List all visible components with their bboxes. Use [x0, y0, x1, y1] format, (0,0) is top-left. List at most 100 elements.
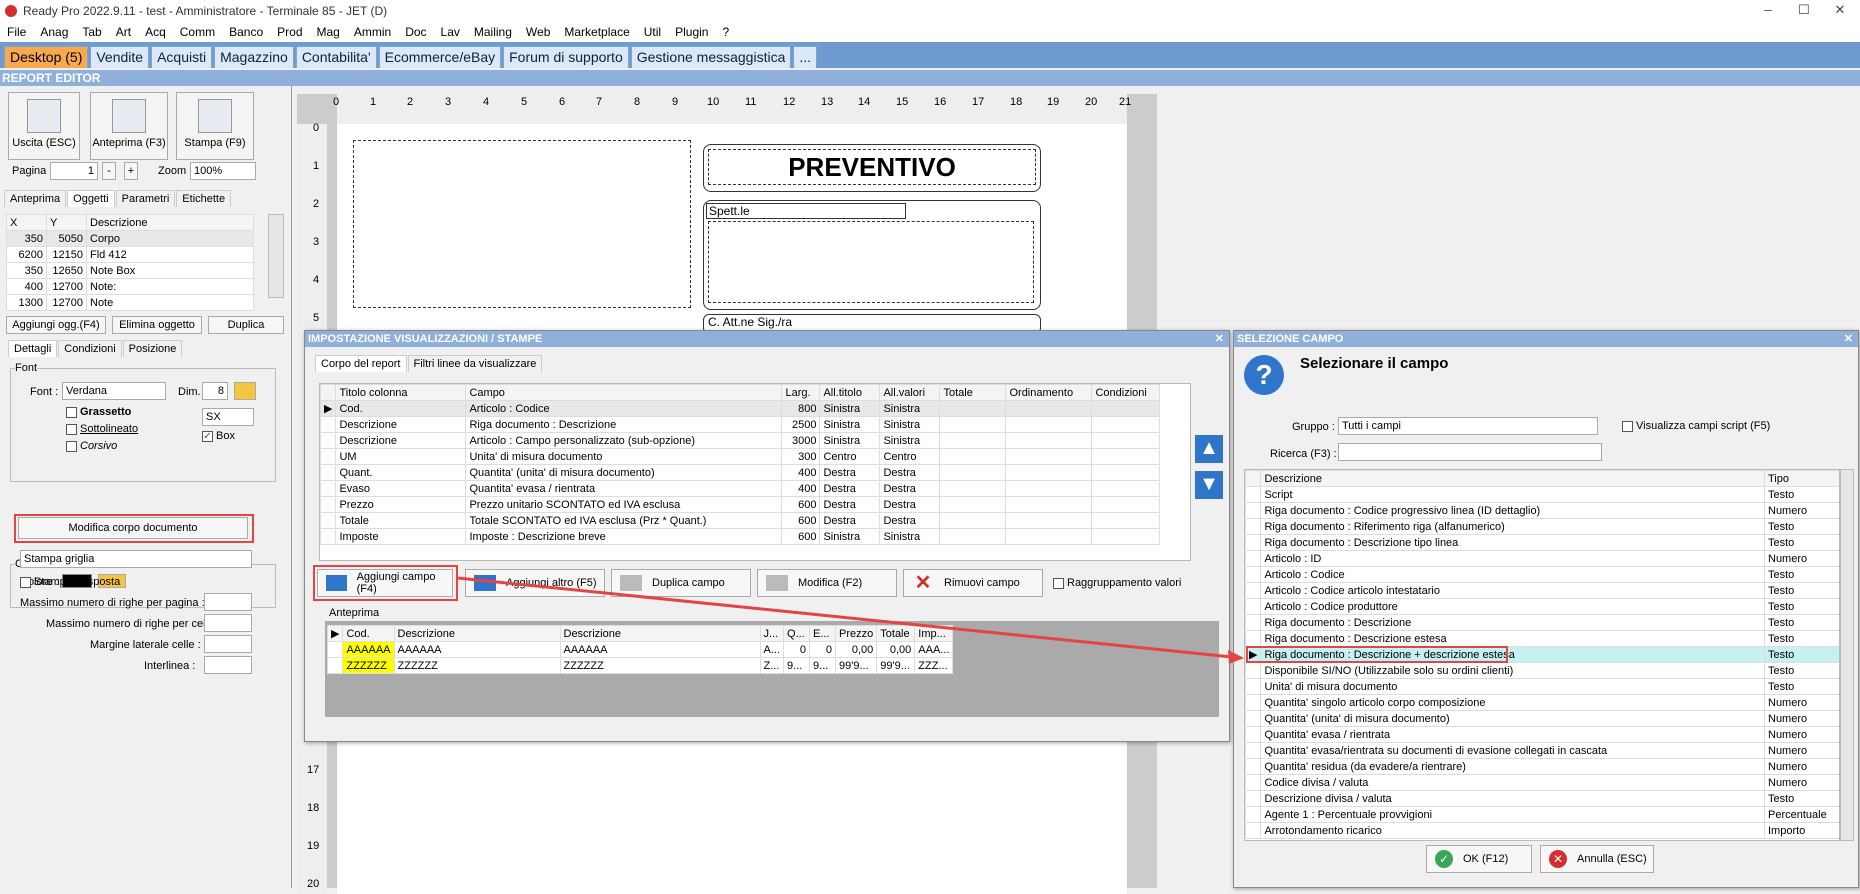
exit-button[interactable]: Uscita (ESC): [8, 92, 80, 160]
menu-ammin[interactable]: Ammin: [347, 25, 398, 39]
close-button[interactable]: ✕: [1822, 0, 1858, 20]
list-item[interactable]: Descrizione divisa / valuta Testo: [1245, 790, 1839, 807]
list-item[interactable]: Riga documento : Descrizione estesa Testo: [1245, 630, 1839, 647]
page-plus-button[interactable]: +: [124, 162, 138, 180]
table-row[interactable]: 400 12700 Note:: [6, 278, 254, 295]
fields-scrollbar[interactable]: [1840, 469, 1854, 841]
menu-marketplace[interactable]: Marketplace: [557, 25, 636, 39]
duplicate-field-button[interactable]: Duplica campo: [611, 569, 751, 597]
group-values-checkbox[interactable]: Raggruppamento valori: [1053, 577, 1181, 589]
menu-comm[interactable]: Comm: [173, 25, 222, 39]
grid-print-select[interactable]: Stampa griglia: [20, 550, 252, 568]
table-row[interactable]: ▶ Cod. Articolo : Codice 800 Sinistra Sinistr…: [319, 400, 1160, 417]
side-margin-input[interactable]: [204, 635, 252, 653]
menu-web[interactable]: Web: [519, 25, 557, 39]
tab-acquisti[interactable]: Acquisti: [151, 46, 213, 68]
table-row[interactable]: Evaso Quantita' evasa / rientrata 400 Destr…: [319, 480, 1160, 497]
tab-report-body[interactable]: Corpo del report: [315, 355, 407, 372]
zoom-select[interactable]: 100%: [190, 162, 256, 180]
tab-parametri[interactable]: Parametri: [115, 190, 176, 207]
menu-doc[interactable]: Doc: [398, 25, 433, 39]
list-item[interactable]: Riga documento : Descrizione Testo: [1245, 614, 1839, 631]
table-row[interactable]: 1300 12700 Note: [6, 294, 254, 311]
tab-anteprima[interactable]: Anteprima: [4, 190, 67, 207]
menu-acq[interactable]: Acq: [138, 25, 173, 39]
transposed-checkbox[interactable]: Stampa trasposta: [20, 576, 120, 588]
bold-checkbox[interactable]: Grassetto: [66, 406, 131, 418]
line-spacing-input[interactable]: [204, 656, 252, 674]
menu-banco[interactable]: Banco: [222, 25, 270, 39]
search-input[interactable]: [1338, 443, 1602, 461]
list-item[interactable]: Articolo : Codice Testo: [1245, 566, 1839, 583]
script-fields-checkbox[interactable]: Visualizza campi script (F5): [1622, 420, 1770, 432]
dim-input[interactable]: 8: [202, 382, 228, 400]
tab-oggetti[interactable]: Oggetti: [67, 190, 115, 207]
tab-condizioni[interactable]: Condizioni: [58, 340, 122, 357]
tab-vendite[interactable]: Vendite: [90, 46, 150, 68]
table-row[interactable]: Imposte Imposte : Descrizione breve 600 Sin…: [319, 528, 1160, 545]
table-row[interactable]: Quant. Quantita' (unita' di misura docume…: [319, 464, 1160, 481]
title-box[interactable]: PREVENTIVO: [703, 144, 1041, 192]
menu-mag[interactable]: Mag: [310, 25, 347, 39]
logo-box[interactable]: [353, 140, 691, 308]
page-minus-button[interactable]: -: [102, 162, 116, 180]
tab-desktop[interactable]: Desktop (5): [4, 46, 89, 68]
move-down-icon[interactable]: ▼: [1195, 471, 1223, 499]
tab-dettagli[interactable]: Dettagli: [8, 340, 58, 357]
tab-contabilita[interactable]: Contabilita': [295, 46, 377, 68]
menu-help[interactable]: ?: [715, 25, 736, 39]
table-row[interactable]: Prezzo Prezzo unitario SCONTATO ed IVA es…: [319, 496, 1160, 513]
table-row[interactable]: Descrizione Articolo : Campo personalizza…: [319, 432, 1160, 449]
print-button[interactable]: Stampa (F9): [176, 92, 254, 160]
tab-ecommerce[interactable]: Ecommerce/eBay: [378, 46, 502, 68]
menu-file[interactable]: File: [0, 25, 33, 39]
list-item[interactable]: Articolo : ID Numero: [1245, 550, 1839, 567]
menu-prod[interactable]: Prod: [270, 25, 309, 39]
group-select[interactable]: Tutti i campi: [1338, 417, 1598, 435]
recipient-box[interactable]: Spett.le: [703, 200, 1041, 310]
remove-field-button[interactable]: ✕ Rimuovi campo: [903, 569, 1043, 597]
add-object-button[interactable]: Aggiungi ogg.(F4): [6, 316, 106, 334]
page-input[interactable]: 1: [50, 162, 98, 180]
list-item[interactable]: Quantita' evasa/rientrata su documenti d…: [1245, 742, 1839, 759]
max-rows-cell-input[interactable]: [204, 614, 252, 632]
preview-button[interactable]: Anteprima (F3): [90, 92, 168, 160]
list-item[interactable]: Quantita' singolo articolo corpo composi…: [1245, 694, 1839, 711]
close-icon[interactable]: ✕: [1215, 331, 1224, 347]
menu-art[interactable]: Art: [109, 25, 138, 39]
tab-more[interactable]: ...: [793, 46, 818, 68]
table-row[interactable]: Descrizione Riga documento : Descrizione 2…: [319, 416, 1160, 433]
list-item[interactable]: Riga documento : Riferimento riga (alfan…: [1245, 518, 1839, 535]
list-item[interactable]: Unita' di misura documento Testo: [1245, 678, 1839, 695]
list-item[interactable]: Agente 1 : Percentuale provvigioni Percen…: [1245, 806, 1839, 823]
table-row[interactable]: 6200 12150 Fld 412: [6, 246, 254, 263]
menu-plugin[interactable]: Plugin: [668, 25, 715, 39]
tab-forum[interactable]: Forum di supporto: [503, 46, 629, 68]
close-icon[interactable]: ✕: [1844, 331, 1853, 347]
tab-messaggistica[interactable]: Gestione messaggistica: [630, 46, 792, 68]
table-row[interactable]: 350 5050 Corpo: [6, 230, 254, 247]
underline-checkbox[interactable]: Sottolineato: [66, 423, 138, 435]
objects-scrollbar[interactable]: [268, 214, 284, 298]
menu-mailing[interactable]: Mailing: [467, 25, 519, 39]
list-item[interactable]: Articolo : Codice produttore Testo: [1245, 598, 1839, 615]
list-item[interactable]: Script Testo: [1245, 486, 1839, 503]
menu-tab[interactable]: Tab: [75, 25, 108, 39]
add-other-button[interactable]: Aggiungi altro (F5): [465, 569, 605, 597]
tab-etichette[interactable]: Etichette: [176, 190, 232, 207]
tab-posizione[interactable]: Posizione: [122, 340, 183, 357]
tab-line-filters[interactable]: Filtri linee da visualizzare: [407, 355, 543, 372]
delete-object-button[interactable]: Elimina oggetto: [112, 316, 202, 334]
ok-button[interactable]: ✓ OK (F12): [1426, 845, 1532, 873]
list-item[interactable]: Riga documento : Codice progressivo line…: [1245, 502, 1839, 519]
move-up-icon[interactable]: ▲: [1195, 435, 1223, 463]
maximize-button[interactable]: ☐: [1786, 0, 1822, 20]
box-checkbox[interactable]: ✓ Box: [202, 430, 235, 442]
list-item[interactable]: Arrotondamento ricarico Importo: [1245, 822, 1839, 839]
list-item[interactable]: Quantita' residua (da evadere/a rientrar…: [1245, 758, 1839, 775]
table-row[interactable]: UM Unita' di misura documento 300 Centro Cen…: [319, 448, 1160, 465]
italic-checkbox[interactable]: Corsivo: [66, 440, 117, 452]
modify-field-button[interactable]: Modifica (F2): [757, 569, 897, 597]
cancel-button[interactable]: ✕ Annulla (ESC): [1540, 845, 1654, 873]
minimize-button[interactable]: –: [1750, 0, 1786, 20]
